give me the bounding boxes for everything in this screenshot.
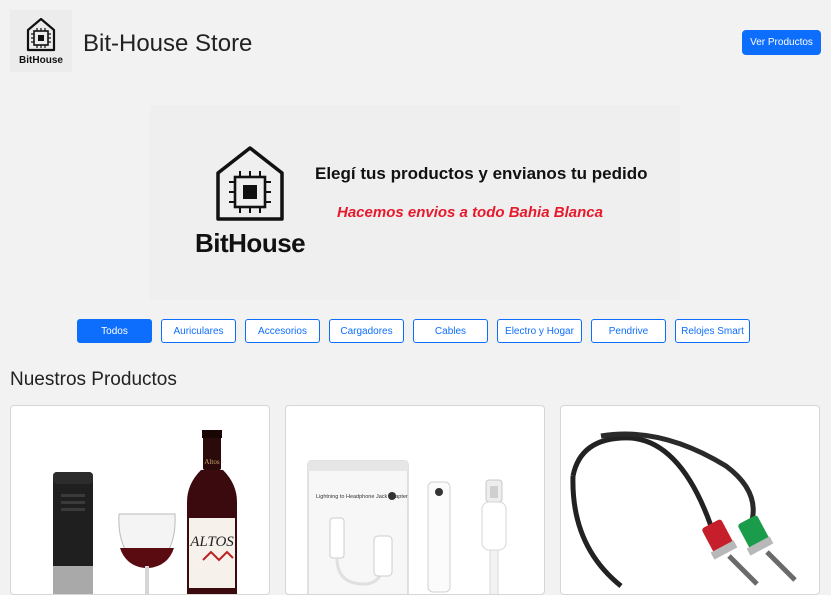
view-products-button[interactable]: Ver Productos xyxy=(742,30,821,55)
product-image-audio-splitter xyxy=(570,431,797,588)
product-image-wine-opener: Altos ALTOS xyxy=(53,430,237,594)
bottle-label: ALTOS xyxy=(189,534,234,550)
banner-shipping-note: Hacemos envios a todo Bahia Blanca xyxy=(337,204,603,221)
header: BitHouse Bit-House Store Ver Productos xyxy=(10,10,821,74)
site-title: Bit-House Store xyxy=(83,30,253,57)
product-image-lightning-adapter: Lightning to Headphone Jack Adapter xyxy=(307,460,507,594)
logo-text: BitHouse xyxy=(19,55,63,66)
svg-text:Altos: Altos xyxy=(204,458,219,466)
filter-todos[interactable]: Todos xyxy=(77,319,152,343)
product-card[interactable] xyxy=(560,405,820,595)
filter-auriculares[interactable]: Auriculares xyxy=(161,319,236,343)
filter-relojes-smart[interactable]: Relojes Smart xyxy=(675,319,750,343)
filter-pendrive[interactable]: Pendrive xyxy=(591,319,666,343)
brand-logo[interactable]: BitHouse xyxy=(10,10,72,72)
products-section-title: Nuestros Productos xyxy=(10,369,177,390)
filter-cargadores[interactable]: Cargadores xyxy=(329,319,404,343)
filter-accesorios[interactable]: Accesorios xyxy=(245,319,320,343)
banner-brand: BitHouse xyxy=(195,228,306,258)
filter-cables[interactable]: Cables xyxy=(413,319,488,343)
banner-headline: Elegí tus productos y envianos tu pedido xyxy=(315,164,648,183)
product-card[interactable]: Altos ALTOS xyxy=(10,405,270,595)
filter-electro-hogar[interactable]: Electro y Hogar xyxy=(497,319,582,343)
hero-banner: BitHouse Elegí tus productos y envianos … xyxy=(150,105,680,300)
product-card[interactable]: Lightning to Headphone Jack Adapter xyxy=(285,405,545,595)
house-chip-icon: BitHouse xyxy=(19,17,63,66)
